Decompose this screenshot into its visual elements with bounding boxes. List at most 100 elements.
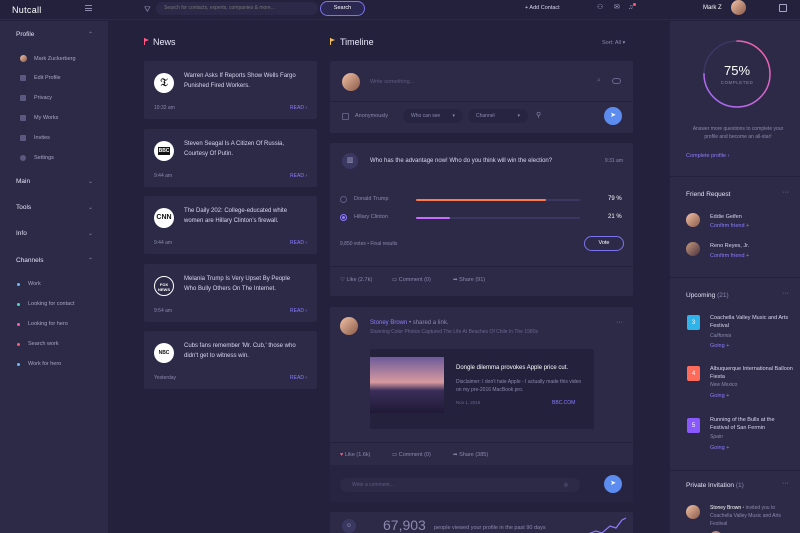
confirm-friend-button[interactable]: Confirm friend + <box>710 253 749 259</box>
news-headline[interactable]: Cubs fans remember 'Mr. Cub,' those who … <box>184 341 304 361</box>
going-button[interactable]: Going + <box>710 445 729 451</box>
share-button[interactable]: ➦ Share (91) <box>453 277 485 283</box>
news-headline[interactable]: The Daily 202: College-educated white wo… <box>184 206 304 226</box>
chevron-down-icon[interactable]: ⌄ <box>88 230 93 237</box>
sidebar-item-privacy[interactable]: Privacy <box>20 95 52 101</box>
anonymous-checkbox[interactable] <box>342 113 349 120</box>
heart-icon: ♡ <box>340 277 345 283</box>
sidebar-section-tools[interactable]: Tools <box>16 204 31 211</box>
robot-icon: ☺ <box>342 519 356 533</box>
channel-item[interactable]: Work for hero <box>17 361 61 367</box>
news-headline[interactable]: Melania Trump Is Very Upset By People Wh… <box>184 274 304 294</box>
heart-icon: ♥ <box>340 452 344 458</box>
event-title[interactable]: Running of the Bulls at the Festival of … <box>710 416 794 432</box>
sidebar: Profile ⌃ Mark Zuckerberg Edit Profile P… <box>0 21 108 533</box>
confirm-friend-button[interactable]: Confirm friend + <box>710 223 749 229</box>
friend-name[interactable]: Eddie Geifen <box>710 214 742 220</box>
chevron-down-icon[interactable]: ⌄ <box>88 204 93 211</box>
add-contact-button[interactable]: + Add Contact <box>525 5 560 11</box>
channel-item[interactable]: Looking for hero <box>17 321 68 327</box>
sidebar-section-main[interactable]: Main <box>16 178 30 185</box>
avatar[interactable] <box>686 242 700 256</box>
going-button[interactable]: Going + <box>710 343 729 349</box>
sidebar-item-settings[interactable]: Settings <box>20 155 54 161</box>
news-headline[interactable]: Steven Seagal Is A Citizen Of Russia, Co… <box>184 139 304 159</box>
friend-name[interactable]: Reno Reyes, Jr. <box>710 243 749 249</box>
poll-radio[interactable] <box>340 214 347 221</box>
sidebar-item-my-works[interactable]: My Works <box>20 115 58 121</box>
emoji-icon[interactable]: ◎ <box>564 478 568 492</box>
app-logo[interactable]: Nutcall <box>12 5 42 15</box>
channel-item[interactable]: Search work <box>17 341 59 347</box>
inviter-name[interactable]: Stoney Brown <box>710 505 741 511</box>
poll-option-label[interactable]: Hillary Clinton <box>354 214 388 220</box>
sidebar-section-info[interactable]: Info <box>16 230 27 237</box>
comment-input[interactable]: Write a comment... ◎ <box>340 478 580 492</box>
poll-option-label[interactable]: Donald Trump <box>354 196 389 202</box>
event-title[interactable]: Coachella Valley Music and Arts Festival <box>710 314 794 330</box>
news-card[interactable]: NBC Cubs fans remember 'Mr. Cub,' those … <box>144 331 317 389</box>
more-icon[interactable]: ··· <box>616 319 623 326</box>
read-link[interactable]: READ › <box>290 173 307 179</box>
chevron-down-icon: ▾ <box>452 113 455 119</box>
news-card[interactable]: BBC Steven Seagal Is A Citizen Of Russia… <box>144 129 317 187</box>
link-site[interactable]: BBC.COM <box>552 400 575 406</box>
channel-select[interactable]: Channel ▾ <box>468 109 528 123</box>
sidebar-section-channels[interactable]: Channels <box>16 257 43 264</box>
search-button[interactable]: Search <box>320 1 365 16</box>
sidebar-item-profile[interactable]: Mark Zuckerberg <box>20 55 76 62</box>
send-button[interactable]: ➤ <box>604 475 622 493</box>
composer-input[interactable]: Write something... <box>370 79 414 85</box>
poll-radio[interactable] <box>340 196 347 203</box>
channel-dot <box>17 302 20 306</box>
read-link[interactable]: READ › <box>290 375 307 381</box>
news-card[interactable]: CNN The Daily 202: College-educated whit… <box>144 196 317 254</box>
news-card[interactable]: FOX NEWS Melania Trump Is Very Upset By … <box>144 264 317 322</box>
sidebar-item-edit-profile[interactable]: Edit Profile <box>20 75 61 81</box>
attachment-icon[interactable] <box>612 78 621 84</box>
sidebar-section-profile[interactable]: Profile <box>16 31 34 38</box>
friends-icon[interactable]: ⚇ <box>597 4 605 12</box>
more-icon[interactable]: ··· <box>782 189 789 196</box>
chevron-up-icon[interactable]: ⌃ <box>88 31 93 38</box>
filter-icon[interactable]: ⛛ <box>144 5 151 15</box>
going-button[interactable]: Going + <box>710 393 729 399</box>
who-can-see-select[interactable]: Who can see ▾ <box>403 109 463 123</box>
channel-item[interactable]: Looking for contact <box>17 301 74 307</box>
read-link[interactable]: READ › <box>290 105 307 111</box>
read-link[interactable]: READ › <box>290 308 307 314</box>
vote-button[interactable]: Vote <box>584 236 624 251</box>
like-button[interactable]: ♡ Like (2.7k) <box>340 277 372 283</box>
search-icon[interactable]: ⌕ <box>597 77 601 85</box>
event-title[interactable]: Albuquerque International Balloon Fiesta <box>710 365 794 381</box>
chevron-up-icon[interactable]: ⌃ <box>88 257 93 264</box>
read-link[interactable]: READ › <box>290 240 307 246</box>
link-preview[interactable]: Dongle dilemma provokes Apple price cut.… <box>370 349 594 429</box>
user-avatar[interactable] <box>731 0 746 15</box>
avatar[interactable] <box>686 505 700 519</box>
news-card[interactable]: 𝔗 Warren Asks If Reports Show Wells Farg… <box>144 61 317 119</box>
comment-button[interactable]: ▭ Comment (0) <box>392 277 431 283</box>
more-icon[interactable]: ··· <box>782 480 789 487</box>
location-icon[interactable]: ⚲ <box>536 111 541 119</box>
radio-dot <box>342 216 345 219</box>
menu-icon[interactable] <box>85 5 92 11</box>
user-name[interactable]: Mark Z <box>703 5 722 11</box>
send-button[interactable]: ➤ <box>604 107 622 125</box>
like-button[interactable]: ♥ Like (1.6k) <box>340 452 370 458</box>
search-input[interactable] <box>156 2 318 15</box>
sort-dropdown[interactable]: Sort: All ▾ <box>602 40 625 46</box>
news-headline[interactable]: Warren Asks If Reports Show Wells Fargo … <box>184 71 304 91</box>
logout-icon[interactable] <box>779 4 787 12</box>
share-button[interactable]: ➦ Share (385) <box>453 452 488 458</box>
messages-icon[interactable]: ✉ <box>614 4 622 12</box>
complete-profile-link[interactable]: Complete profile › <box>686 153 729 159</box>
post-author[interactable]: Stoney Brown <box>370 320 407 326</box>
chevron-down-icon[interactable]: ⌄ <box>88 178 93 185</box>
sidebar-item-invites[interactable]: Invites <box>20 135 50 141</box>
avatar[interactable] <box>686 213 700 227</box>
comment-button[interactable]: ▭ Comment (0) <box>392 452 431 458</box>
channel-item[interactable]: Work <box>17 281 41 287</box>
post-subtitle: Stunning Color Photos Captured The Life … <box>370 329 538 335</box>
more-icon[interactable]: ··· <box>782 290 789 297</box>
